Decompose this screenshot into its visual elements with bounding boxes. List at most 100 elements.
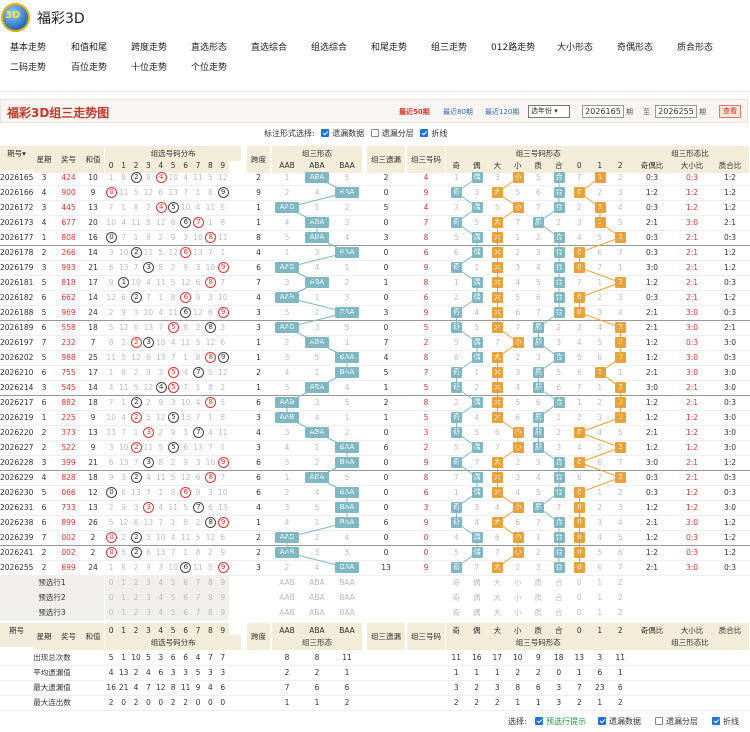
preselect-code[interactable]: 质 xyxy=(528,575,549,590)
preselect-digit[interactable]: 8 xyxy=(204,605,217,620)
preselect-digit[interactable]: 4 xyxy=(154,575,167,590)
to-period-input[interactable]: 2026255 xyxy=(655,105,697,118)
hint-option[interactable]: 预选行提示 xyxy=(535,716,586,727)
nav-item[interactable]: 奇偶形态 xyxy=(617,40,653,53)
preselect-code[interactable]: 质 xyxy=(528,590,549,605)
preselect-digit[interactable]: 6 xyxy=(179,590,192,605)
preselect-digit[interactable]: 0 xyxy=(105,605,118,620)
nav-item[interactable]: 百位走势 xyxy=(71,60,107,73)
preselect-shape[interactable]: BAA xyxy=(332,590,362,605)
preselect-shape[interactable]: ABA xyxy=(302,575,332,590)
preselect-shape[interactable]: AAB xyxy=(272,605,302,620)
nav-item[interactable]: 组选综合 xyxy=(311,40,347,53)
preselect-code[interactable]: 偶 xyxy=(467,590,488,605)
preselect-digit[interactable]: 2 xyxy=(129,605,143,620)
nav-item[interactable]: 组三走势 xyxy=(431,40,467,53)
nav-item[interactable]: 直选形态 xyxy=(191,40,227,53)
dist-ball: 1 xyxy=(118,277,130,288)
preselect-code[interactable]: 小 xyxy=(508,590,529,605)
period-80-link[interactable]: 最近80期 xyxy=(443,107,473,117)
nav-item[interactable]: 二码走势 xyxy=(10,60,46,73)
preselect-digit[interactable]: 1 xyxy=(117,590,130,605)
preselect-digit[interactable]: 5 xyxy=(167,575,180,590)
preselect-code[interactable]: 小 xyxy=(508,605,529,620)
preselect-code[interactable]: 0 xyxy=(569,575,590,590)
preselect-digit[interactable]: 9 xyxy=(216,605,229,620)
preselect-code[interactable]: 合 xyxy=(549,605,570,620)
preselect-digit[interactable]: 7 xyxy=(191,575,205,590)
preselect-digit[interactable]: 9 xyxy=(216,575,229,590)
preselect-code[interactable]: 奇 xyxy=(446,575,467,590)
from-period-input[interactable]: 2026165 xyxy=(582,105,624,118)
query-button[interactable]: 查看 xyxy=(719,105,741,118)
preselect-digit[interactable]: 8 xyxy=(204,575,217,590)
preselect-digit[interactable]: 0 xyxy=(105,575,118,590)
line-footer-option[interactable]: 折线 xyxy=(712,716,739,727)
preselect-code[interactable]: 偶 xyxy=(467,575,488,590)
period-120-link[interactable]: 最近120期 xyxy=(485,107,519,117)
preselect-code[interactable]: 大 xyxy=(487,575,508,590)
preselect-code[interactable]: 1 xyxy=(590,590,611,605)
preselect-digit[interactable]: 5 xyxy=(167,590,180,605)
preselect-shape[interactable]: AAB xyxy=(272,590,302,605)
dist-ball: 8 xyxy=(205,322,217,333)
preselect-digit[interactable]: 6 xyxy=(179,575,192,590)
year-select[interactable]: 选年份 ▾ xyxy=(528,105,570,118)
preselect-shape[interactable]: ABA xyxy=(302,605,332,620)
preselect-code[interactable]: 偶 xyxy=(467,605,488,620)
nav-item[interactable]: 012路走势 xyxy=(491,40,535,53)
preselect-digit[interactable]: 9 xyxy=(216,590,229,605)
preselect-code[interactable]: 0 xyxy=(569,590,590,605)
preselect-code[interactable]: 奇 xyxy=(446,590,467,605)
preselect-digit[interactable]: 2 xyxy=(129,575,143,590)
period-cell: 2026219 xyxy=(0,413,33,422)
preselect-code[interactable]: 1 xyxy=(590,575,611,590)
layer-checkbox[interactable] xyxy=(370,129,379,137)
line-checkbox[interactable] xyxy=(420,129,429,137)
preselect-code[interactable]: 小 xyxy=(508,575,529,590)
preselect-shape[interactable]: AAB xyxy=(272,575,302,590)
omit-checkbox[interactable] xyxy=(321,129,330,137)
preselect-code[interactable]: 合 xyxy=(549,575,570,590)
preselect-code[interactable]: 大 xyxy=(487,605,508,620)
preselect-code[interactable]: 大 xyxy=(487,590,508,605)
preselect-digit[interactable]: 0 xyxy=(105,590,118,605)
preselect-code[interactable]: 2 xyxy=(610,605,631,620)
nav-item[interactable]: 十位走势 xyxy=(131,60,167,73)
preselect-digit[interactable]: 5 xyxy=(167,605,180,620)
preselect-shape[interactable]: BAA xyxy=(332,575,362,590)
nav-item[interactable]: 大小形态 xyxy=(557,40,593,53)
nav-item[interactable]: 直选综合 xyxy=(251,40,287,53)
preselect-code[interactable]: 奇 xyxy=(446,605,467,620)
preselect-digit[interactable]: 6 xyxy=(179,605,192,620)
preselect-digit[interactable]: 1 xyxy=(117,575,130,590)
preselect-code[interactable]: 1 xyxy=(590,605,611,620)
preselect-digit[interactable]: 7 xyxy=(191,605,205,620)
nav-item[interactable]: 个位走势 xyxy=(191,60,227,73)
period-50-link[interactable]: 最近50期 xyxy=(399,107,430,117)
preselect-digit[interactable]: 3 xyxy=(142,605,155,620)
preselect-digit[interactable]: 1 xyxy=(117,605,130,620)
preselect-digit[interactable]: 4 xyxy=(154,605,167,620)
preselect-digit[interactable]: 2 xyxy=(129,590,143,605)
nav-item[interactable]: 和尾走势 xyxy=(371,40,407,53)
preselect-code[interactable]: 合 xyxy=(549,590,570,605)
preselect-code[interactable]: 2 xyxy=(610,575,631,590)
layer-footer-option[interactable]: 遗漏分层 xyxy=(655,716,698,727)
nav-item[interactable]: 基本走势 xyxy=(10,40,46,53)
omit-footer-option[interactable]: 遗漏数据 xyxy=(598,716,641,727)
preselect-code[interactable]: 2 xyxy=(610,590,631,605)
preselect-digit[interactable]: 4 xyxy=(154,590,167,605)
preselect-shape[interactable]: ABA xyxy=(302,590,332,605)
preselect-digit[interactable]: 3 xyxy=(142,575,155,590)
omit-cell: 2 xyxy=(383,173,389,182)
preselect-code[interactable]: 0 xyxy=(569,605,590,620)
preselect-digit[interactable]: 7 xyxy=(191,590,205,605)
preselect-shape[interactable]: BAA xyxy=(332,605,362,620)
nav-item[interactable]: 跨度走势 xyxy=(131,40,167,53)
nav-item[interactable]: 和值和尾 xyxy=(71,40,107,53)
preselect-digit[interactable]: 3 xyxy=(142,590,155,605)
nav-item[interactable]: 质合形态 xyxy=(677,40,713,53)
preselect-code[interactable]: 质 xyxy=(528,605,549,620)
preselect-digit[interactable]: 8 xyxy=(204,590,217,605)
